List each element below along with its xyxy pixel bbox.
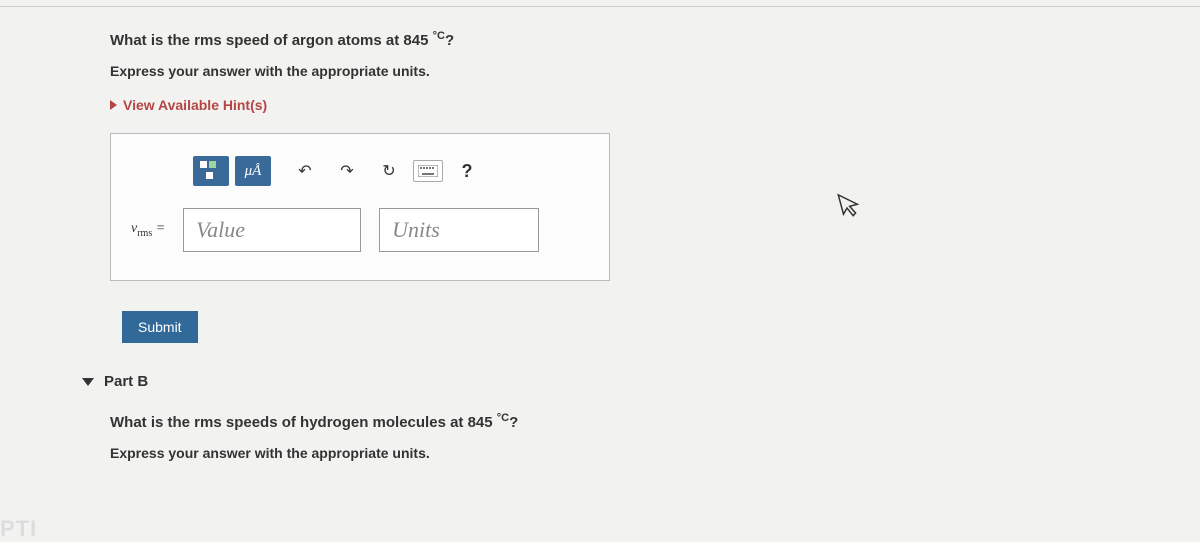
part-b-degree-symbol: °C bbox=[497, 412, 509, 424]
special-chars-button[interactable]: μÅ bbox=[235, 156, 271, 186]
redo-button[interactable]: ↷ bbox=[329, 156, 365, 186]
variable-label: vrms = bbox=[131, 221, 165, 239]
part-b-question-suffix: ? bbox=[509, 414, 518, 431]
part-b-label: Part B bbox=[104, 373, 148, 390]
degree-symbol: °C bbox=[433, 30, 445, 42]
equation-toolbar: μÅ ↶ ↷ ↻ ? bbox=[193, 156, 589, 186]
part-b-instruction: Express your answer with the appropriate… bbox=[110, 445, 1180, 461]
part-a-instruction: Express your answer with the appropriate… bbox=[110, 63, 1180, 79]
chevron-down-icon bbox=[82, 378, 94, 386]
units-input[interactable]: Units bbox=[379, 208, 539, 252]
view-hints-link[interactable]: View Available Hint(s) bbox=[110, 97, 267, 113]
page-content: What is the rms speed of argon atoms at … bbox=[0, 0, 1200, 499]
equals-sign: = bbox=[152, 221, 165, 236]
chevron-right-icon bbox=[110, 100, 117, 110]
undo-button[interactable]: ↶ bbox=[287, 156, 323, 186]
question-text-prefix: What is the rms speed of argon atoms at … bbox=[110, 32, 433, 49]
var-subscript: rms bbox=[137, 228, 152, 239]
top-rule bbox=[0, 6, 1200, 7]
input-row: vrms = Value Units bbox=[131, 208, 589, 252]
keyboard-button[interactable] bbox=[413, 160, 443, 182]
reset-button[interactable]: ↻ bbox=[371, 156, 407, 186]
watermark-stub: PTI bbox=[0, 516, 37, 542]
submit-button[interactable]: Submit bbox=[122, 311, 198, 343]
part-b-header[interactable]: Part B bbox=[82, 373, 1180, 390]
value-input[interactable]: Value bbox=[183, 208, 361, 252]
part-a-question: What is the rms speed of argon atoms at … bbox=[110, 30, 1180, 49]
part-b-question-prefix: What is the rms speeds of hydrogen molec… bbox=[110, 414, 497, 431]
answer-panel: μÅ ↶ ↷ ↻ ? vrms = Value Units bbox=[110, 133, 610, 281]
part-b-question: What is the rms speeds of hydrogen molec… bbox=[110, 412, 1180, 431]
hints-label: View Available Hint(s) bbox=[123, 97, 267, 113]
templates-button[interactable] bbox=[193, 156, 229, 186]
help-button[interactable]: ? bbox=[449, 156, 485, 186]
question-text-suffix: ? bbox=[445, 32, 454, 49]
